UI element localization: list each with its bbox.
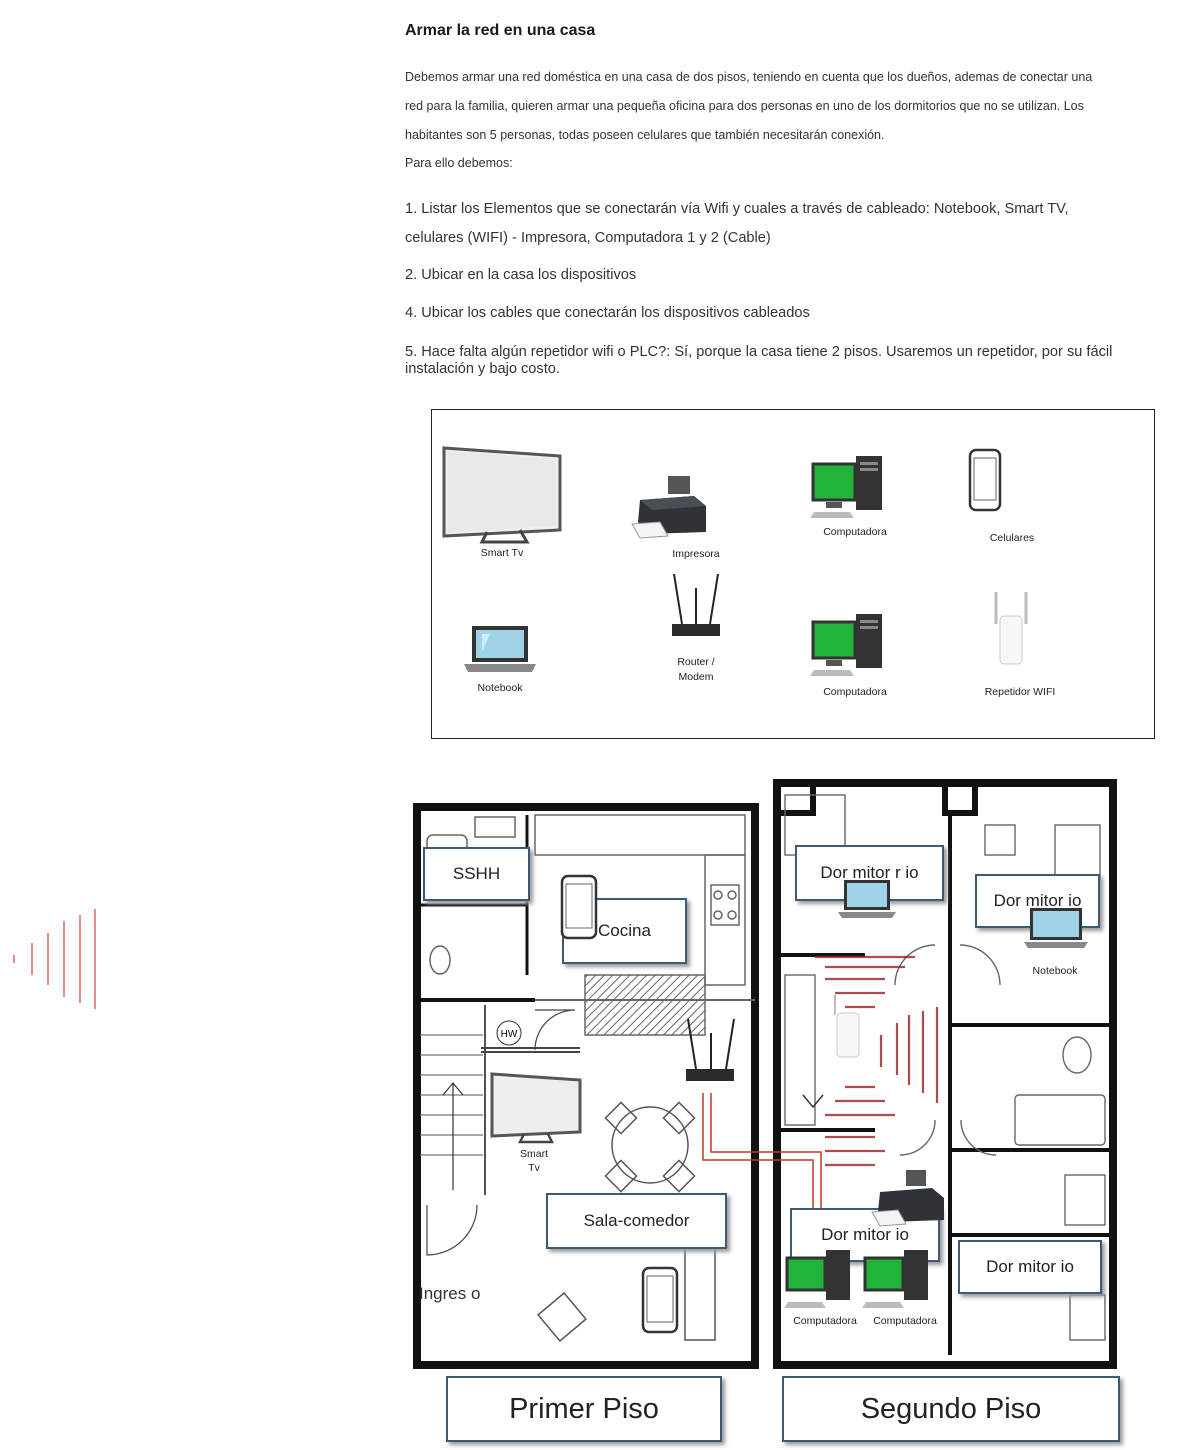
intro-line: habitantes son 5 personas, todas poseen …: [405, 128, 885, 142]
room-label-ingreso: Ingres o: [419, 1284, 481, 1303]
room-label-dormitorio: Dor mitor io: [958, 1240, 1102, 1294]
plan-smart-tv-line-2: Tv: [528, 1162, 540, 1174]
plan-computadora-label: Computadora: [786, 1315, 864, 1327]
legend-router-label: Router / Modem: [656, 655, 736, 685]
legend-repetidor-label: Repetidor WIFI: [984, 686, 1056, 698]
legend-smart-tv-label: Smart Tv: [480, 547, 524, 559]
legend-impresora-label: Impresora: [672, 548, 720, 560]
intro-line: Para ello debemos:: [405, 156, 513, 170]
router-icon: [686, 1018, 735, 1081]
step-1-line-1: 1. Listar los Elementos que se conectará…: [405, 201, 1069, 217]
computer-icon: [810, 614, 882, 676]
room-label-sshh: SSHH: [423, 847, 530, 901]
segundo-piso-title: Segundo Piso: [782, 1376, 1120, 1442]
plan-repeater-icon: [834, 995, 860, 1058]
step-4: 4. Ubicar los cables que conectarán los …: [405, 305, 810, 321]
intro-line: Debemos armar una red doméstica en una c…: [405, 70, 1093, 84]
page-title: Armar la red en una casa: [405, 22, 596, 39]
router-icon: [672, 573, 720, 636]
room-label-sala-comedor: Sala-comedor: [546, 1193, 727, 1249]
legend-computadora-label: Computadora: [823, 686, 887, 698]
legend-celulares-label: Celulares: [989, 532, 1035, 544]
mobile-phone-icon: [560, 874, 598, 940]
computer-icon: [784, 1250, 850, 1308]
wifi-repeater-icon: [994, 592, 1028, 665]
primer-piso-title: Primer Piso: [446, 1376, 722, 1442]
step-5: 5. Hace falta algún repetidor wifi o PLC…: [405, 344, 1113, 377]
legend-notebook-label: Notebook: [477, 682, 523, 694]
printer-icon: [631, 476, 706, 539]
plan-computadora-label: Computadora: [866, 1315, 944, 1327]
intro-line: red para la familia, quieren armar una p…: [405, 99, 1084, 113]
step-1-line-2: celulares (WIFI) - Impresora, Computador…: [405, 230, 771, 246]
legend-computadora-label: Computadora: [823, 526, 887, 538]
printer-icon: [871, 1170, 944, 1227]
laptop-icon: [1024, 908, 1088, 948]
mobile-phone-icon: [968, 448, 1002, 512]
plan-smart-tv-line-1: Smart: [519, 1148, 548, 1160]
smart-tv-icon: [442, 446, 562, 544]
smart-tv-icon: [490, 1072, 582, 1144]
computer-icon: [862, 1250, 928, 1308]
legend-router-line-2: Modem: [678, 671, 714, 683]
computer-icon: [810, 456, 882, 518]
wifi-signal-icon: [13, 909, 96, 1009]
plan-smart-tv-label: Smart Tv: [506, 1147, 562, 1175]
plan-notebook-label: Notebook: [1032, 965, 1078, 977]
step-2: 2. Ubicar en la casa los dispositivos: [405, 267, 637, 283]
device-legend: Smart Tv Impresora Computadora Celulares…: [431, 409, 1155, 739]
plan-hw-label: HW: [501, 1029, 518, 1040]
mobile-phone-icon: [641, 1266, 679, 1334]
laptop-icon: [464, 626, 536, 672]
laptop-icon: [838, 880, 896, 918]
legend-router-line-1: Router /: [677, 656, 715, 668]
